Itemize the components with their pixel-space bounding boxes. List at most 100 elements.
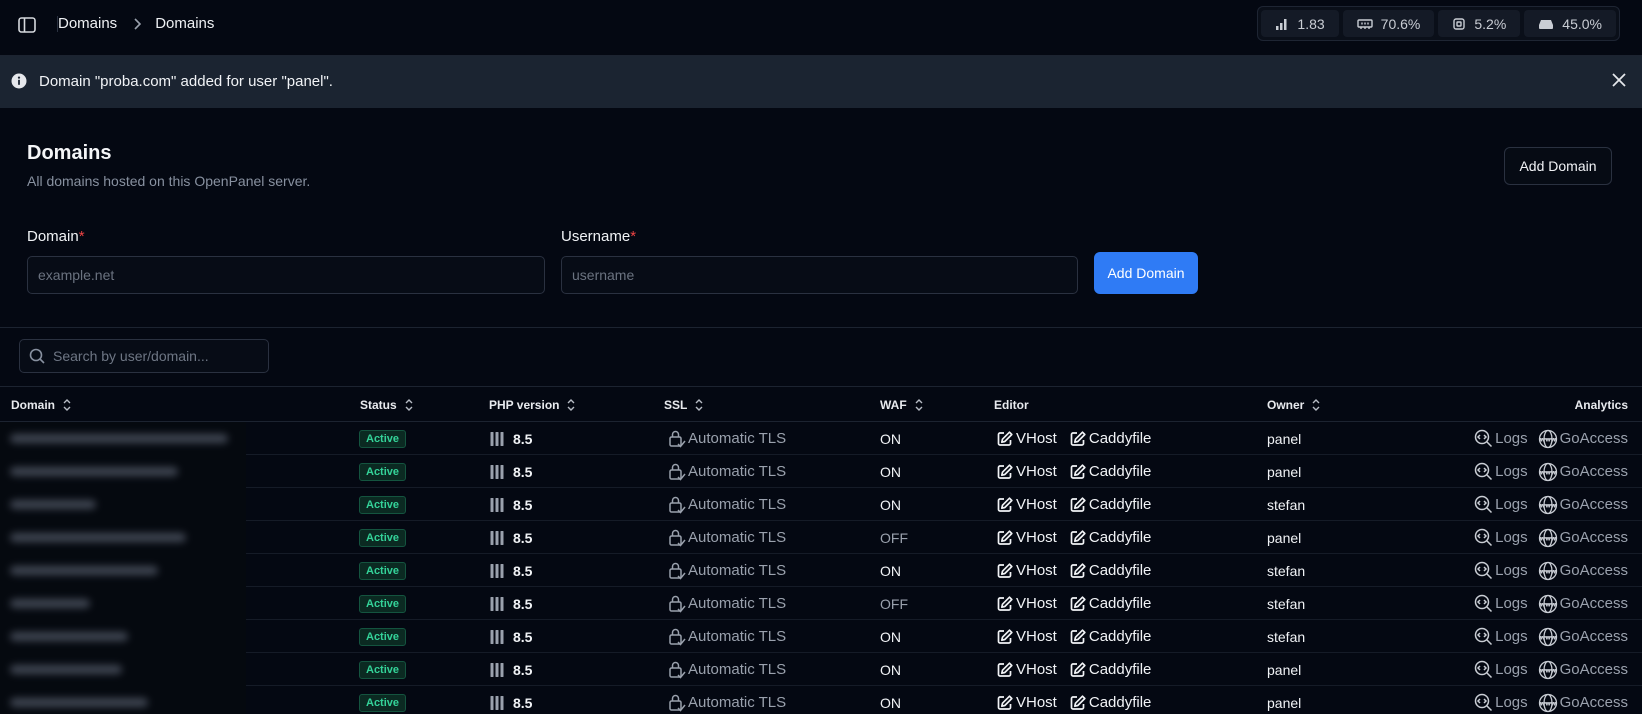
svg-text:www: www [1539, 667, 1556, 674]
vhost-link[interactable]: VHost [996, 463, 1057, 481]
redacted-domain[interactable] [10, 434, 228, 443]
logs-link[interactable]: Logs [1474, 561, 1528, 580]
goaccess-link[interactable]: www GoAccess [1538, 561, 1628, 581]
breadcrumb-item[interactable]: Domains [58, 15, 117, 32]
waf-cell[interactable]: OFF [880, 521, 908, 554]
table-row: Active 8.5 Automatic TLS ON VHost Caddyfile st… [0, 554, 1642, 587]
redacted-domain[interactable] [10, 665, 122, 674]
waf-cell[interactable]: ON [880, 488, 901, 521]
goaccess-link[interactable]: www GoAccess [1538, 594, 1628, 614]
caddyfile-link[interactable]: Caddyfile [1069, 562, 1151, 580]
logs-link[interactable]: Logs [1474, 528, 1528, 547]
php-cell[interactable]: 8.5 [490, 488, 532, 521]
redacted-domain[interactable] [10, 467, 178, 476]
waf-cell[interactable]: ON [880, 620, 901, 653]
waf-cell[interactable]: OFF [880, 587, 908, 620]
owner-cell[interactable]: panel [1267, 422, 1301, 455]
caddyfile-link[interactable]: Caddyfile [1069, 463, 1151, 481]
column-waf-label: WAF [880, 398, 907, 412]
caddyfile-link[interactable]: Caddyfile [1069, 694, 1151, 712]
ssl-cell: Automatic TLS [668, 686, 786, 714]
metric-memory[interactable]: 70.6% [1342, 10, 1435, 37]
goaccess-link[interactable]: www GoAccess [1538, 693, 1628, 713]
caddyfile-link[interactable]: Caddyfile [1069, 496, 1151, 514]
waf-cell[interactable]: ON [880, 455, 901, 488]
goaccess-link[interactable]: www GoAccess [1538, 660, 1628, 680]
php-cell[interactable]: 8.5 [490, 620, 532, 653]
php-icon [490, 464, 504, 479]
vhost-link[interactable]: VHost [996, 694, 1057, 712]
caddyfile-link[interactable]: Caddyfile [1069, 529, 1151, 547]
logs-link[interactable]: Logs [1474, 627, 1528, 646]
caddyfile-link[interactable]: Caddyfile [1069, 628, 1151, 646]
column-ssl[interactable]: SSL [664, 398, 703, 412]
owner-cell[interactable]: panel [1267, 521, 1301, 554]
caddyfile-link[interactable]: Caddyfile [1069, 430, 1151, 448]
waf-cell[interactable]: ON [880, 686, 901, 714]
www-icon: www [1538, 528, 1558, 548]
vhost-link[interactable]: VHost [996, 661, 1057, 679]
redacted-domain[interactable] [10, 698, 148, 707]
php-cell[interactable]: 8.5 [490, 587, 532, 620]
logs-link[interactable]: Logs [1474, 693, 1528, 712]
goaccess-link[interactable]: www GoAccess [1538, 462, 1628, 482]
logs-link[interactable]: Logs [1474, 660, 1528, 679]
caddyfile-link[interactable]: Caddyfile [1069, 595, 1151, 613]
goaccess-link[interactable]: www GoAccess [1538, 495, 1628, 515]
logs-link[interactable]: Logs [1474, 495, 1528, 514]
add-domain-submit-button[interactable]: Add Domain [1094, 252, 1198, 294]
search-input[interactable]: Search by user/domain... [19, 339, 269, 373]
table-row: Active 8.5 Automatic TLS ON VHost Caddyfile pa… [0, 653, 1642, 686]
goaccess-link[interactable]: www GoAccess [1538, 429, 1628, 449]
php-cell[interactable]: 8.5 [490, 653, 532, 686]
php-cell[interactable]: 8.5 [490, 455, 532, 488]
logs-link[interactable]: Logs [1474, 429, 1528, 448]
redacted-domain[interactable] [10, 566, 158, 575]
redacted-domain[interactable] [10, 500, 96, 509]
close-icon[interactable] [1611, 72, 1627, 88]
php-cell[interactable]: 8.5 [490, 686, 532, 714]
domain-input[interactable]: example.net [27, 256, 545, 294]
php-cell[interactable]: 8.5 [490, 554, 532, 587]
vhost-link[interactable]: VHost [996, 529, 1057, 547]
edit-icon [996, 562, 1014, 580]
column-domain[interactable]: Domain [11, 398, 71, 412]
owner-cell[interactable]: stefan [1267, 554, 1305, 587]
column-status[interactable]: Status [360, 398, 413, 412]
goaccess-link[interactable]: www GoAccess [1538, 627, 1628, 647]
redacted-domain[interactable] [10, 599, 90, 608]
vhost-link[interactable]: VHost [996, 628, 1057, 646]
username-input[interactable]: username [561, 256, 1078, 294]
metric-cpu[interactable]: 5.2% [1438, 10, 1521, 37]
vhost-link[interactable]: VHost [996, 496, 1057, 514]
metric-disk[interactable]: 45.0% [1524, 10, 1616, 37]
waf-cell[interactable]: ON [880, 422, 901, 455]
logs-link[interactable]: Logs [1474, 462, 1528, 481]
column-owner[interactable]: Owner [1267, 398, 1320, 412]
owner-cell[interactable]: stefan [1267, 488, 1305, 521]
owner-cell[interactable]: stefan [1267, 620, 1305, 653]
php-cell[interactable]: 8.5 [490, 422, 532, 455]
vhost-link[interactable]: VHost [996, 562, 1057, 580]
metric-load[interactable]: 1.83 [1261, 10, 1339, 37]
owner-cell[interactable]: panel [1267, 653, 1301, 686]
owner-cell[interactable]: panel [1267, 455, 1301, 488]
owner-cell[interactable]: stefan [1267, 587, 1305, 620]
caddyfile-link[interactable]: Caddyfile [1069, 661, 1151, 679]
column-php[interactable]: PHP version [489, 398, 575, 412]
vhost-link[interactable]: VHost [996, 595, 1057, 613]
goaccess-link[interactable]: www GoAccess [1538, 528, 1628, 548]
redacted-domain[interactable] [10, 632, 128, 641]
column-waf[interactable]: WAF [880, 398, 923, 412]
vhost-label: VHost [1016, 562, 1057, 579]
vhost-link[interactable]: VHost [996, 430, 1057, 448]
column-domain-label: Domain [11, 398, 56, 412]
waf-cell[interactable]: ON [880, 653, 901, 686]
owner-cell[interactable]: panel [1267, 686, 1301, 714]
logs-link[interactable]: Logs [1474, 594, 1528, 613]
waf-cell[interactable]: ON [880, 554, 901, 587]
redacted-domain[interactable] [10, 533, 186, 542]
add-domain-header-button[interactable]: Add Domain [1504, 147, 1612, 185]
php-cell[interactable]: 8.5 [490, 521, 532, 554]
sidebar-toggle-icon[interactable] [16, 14, 38, 36]
